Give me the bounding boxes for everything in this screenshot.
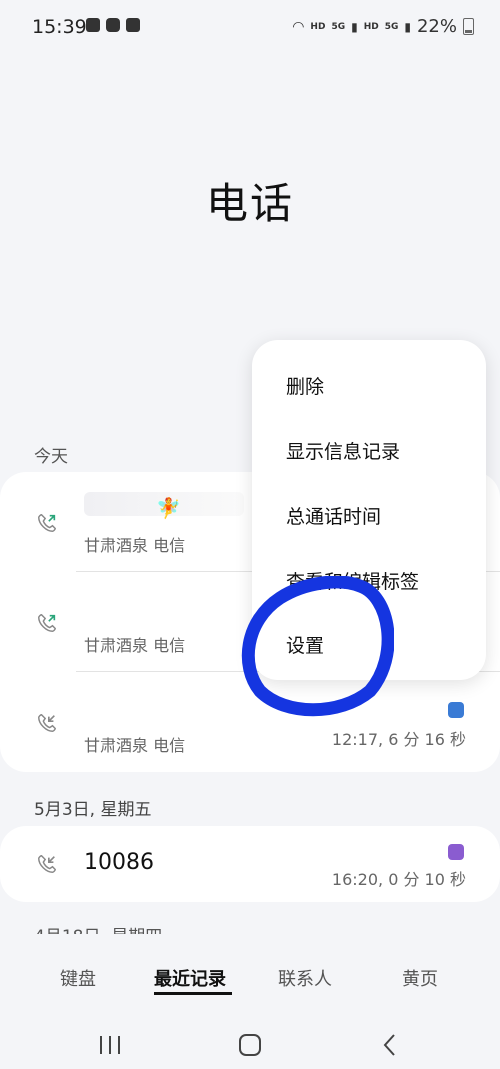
incoming-call-icon — [38, 714, 56, 732]
battery-percent: 22% — [416, 16, 457, 37]
call-location: 甘肃酒泉 电信 — [84, 736, 186, 755]
call-row[interactable]: 10086 16:20, 0 分 10 秒 — [0, 826, 500, 902]
battery-icon — [463, 18, 474, 35]
incoming-call-icon — [38, 855, 56, 873]
gallery-icon — [86, 18, 100, 32]
call-row[interactable]: 甘肃酒泉 电信 12:17, 6 分 16 秒 — [0, 672, 500, 772]
call-time-duration: 12:17, 6 分 16 秒 — [331, 730, 466, 749]
call-number: 10086 — [84, 850, 154, 875]
call-location: 甘肃酒泉 电信 — [84, 636, 186, 655]
status-time: 15:39 — [32, 16, 87, 38]
may3-card: 10086 16:20, 0 分 10 秒 — [0, 826, 500, 902]
checkbox-icon — [126, 18, 140, 32]
wifi-icon: ◠ — [292, 18, 305, 35]
call-location: 甘肃酒泉 电信 — [84, 536, 186, 555]
hd-label-2: HD — [363, 21, 379, 32]
page-title: 电话 — [205, 179, 294, 228]
menu-item-edit-labels[interactable]: 查看和编辑标签 — [286, 567, 419, 594]
tiktok-icon — [106, 18, 120, 32]
network-label-2: 5G — [384, 21, 399, 32]
menu-item-settings[interactable]: 设置 — [286, 631, 324, 658]
call-time-duration: 16:20, 0 分 10 秒 — [331, 870, 466, 889]
back-icon[interactable] — [375, 1030, 405, 1060]
section-today: 今天 — [34, 447, 68, 467]
sticker-icon: 🧚 — [156, 496, 181, 520]
tab-yellow-pages[interactable]: 黄页 — [402, 965, 438, 991]
status-right: ◠ HD 5G ▮ HD 5G ▮ 22% — [292, 16, 474, 37]
signal-icon-1: ▮ — [351, 19, 358, 34]
tab-keypad[interactable]: 键盘 — [60, 965, 96, 991]
signal-icon-2: ▮ — [404, 19, 411, 34]
overflow-menu: 删除 显示信息记录 总通话时间 查看和编辑标签 设置 — [252, 340, 486, 680]
section-apr: 4月18日, 星期四 — [34, 922, 162, 934]
tab-recents[interactable]: 最近记录 — [154, 965, 226, 991]
network-label-1: 5G — [331, 21, 346, 32]
bottom-tabs: 键盘 最近记录 联系人 黄页 — [0, 950, 500, 1010]
outgoing-call-icon — [38, 514, 56, 532]
hd-label-1: HD — [310, 21, 326, 32]
recent-apps-icon[interactable] — [95, 1030, 125, 1060]
contact-badge-icon — [448, 702, 464, 718]
home-icon[interactable] — [235, 1030, 265, 1060]
menu-item-show-messages[interactable]: 显示信息记录 — [286, 437, 400, 464]
section-may3: 5月3日, 星期五 — [34, 800, 152, 820]
system-nav-bar — [0, 1020, 500, 1069]
menu-item-total-call-time[interactable]: 总通话时间 — [286, 502, 381, 529]
outgoing-call-icon — [38, 614, 56, 632]
active-tab-indicator — [154, 992, 232, 995]
menu-item-delete[interactable]: 删除 — [286, 372, 324, 399]
tab-contacts[interactable]: 联系人 — [278, 965, 332, 991]
notification-icons — [86, 18, 140, 32]
status-bar: 15:39 ◠ HD 5G ▮ HD 5G ▮ 22% — [0, 0, 500, 52]
sim-badge-icon — [448, 844, 464, 860]
